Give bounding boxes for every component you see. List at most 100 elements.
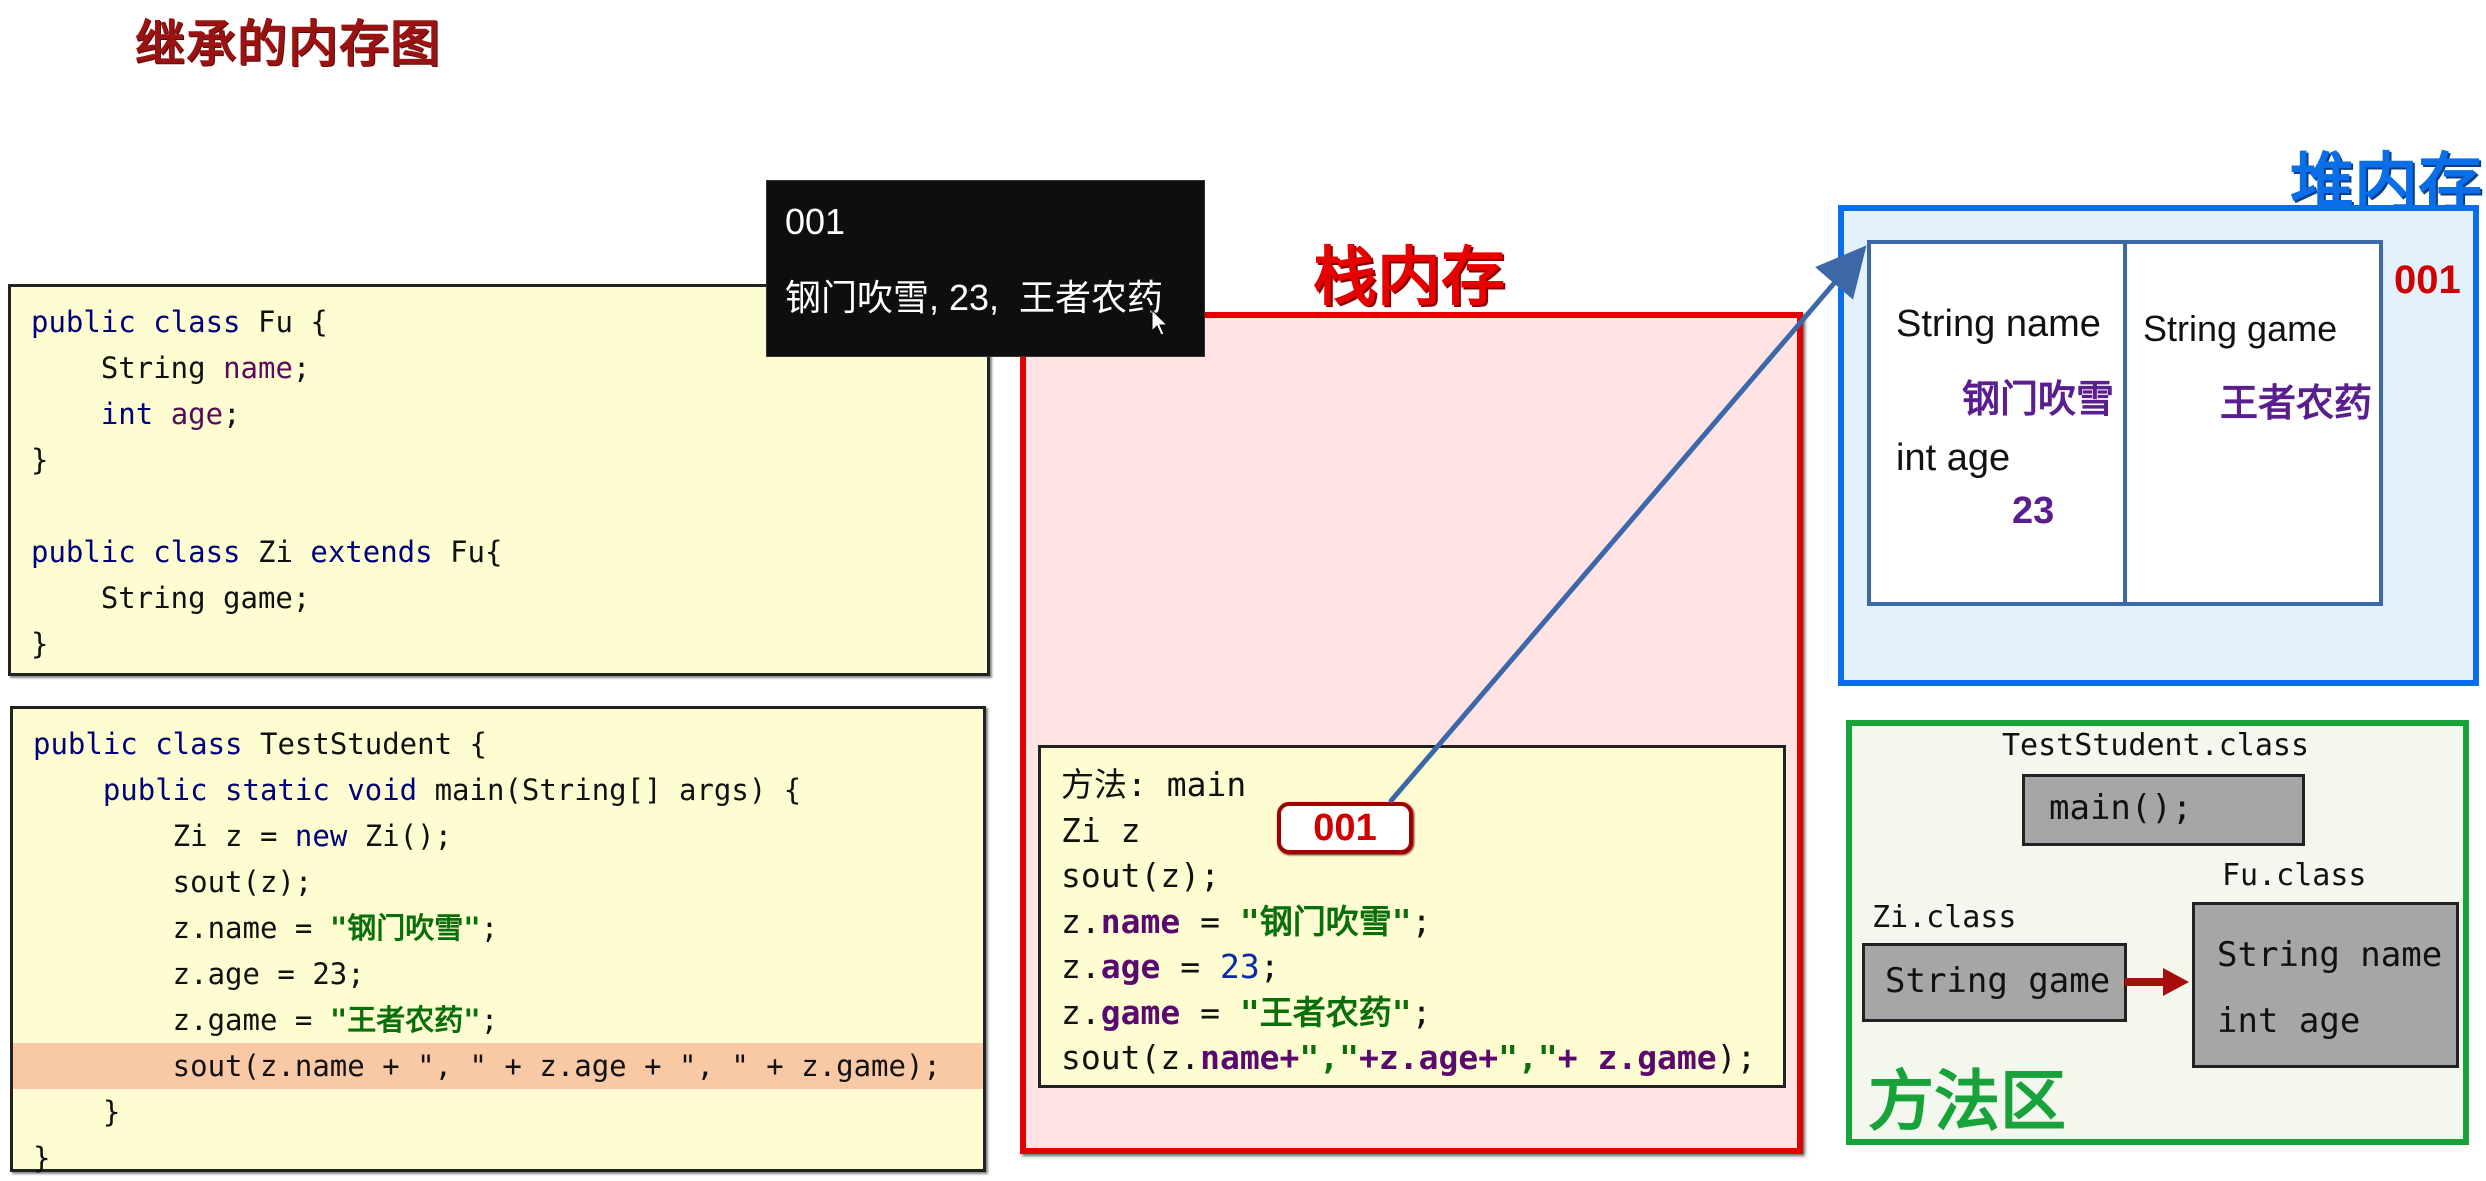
test-student-class-box: main();	[2022, 774, 2305, 846]
code-token: "钢门吹雪"	[1239, 901, 1412, 941]
code-token: "王者农药"	[329, 1003, 481, 1037]
page-title: 继承的内存图	[135, 16, 441, 72]
test-student-class-label: TestStudent.class	[2002, 728, 2310, 763]
code-token: public class	[31, 305, 258, 339]
code-token: age	[170, 397, 224, 431]
zi-class-label: Zi.class	[1872, 900, 2017, 935]
code-token: age	[1100, 947, 1161, 986]
code-token: name+	[1200, 1038, 1300, 1077]
tooltip-output: 钢门吹雪, 23, 王者农药	[785, 277, 1164, 318]
code-token: ;	[1411, 992, 1432, 1032]
heap-field-age-decl: int age	[1896, 437, 2011, 479]
code-token: sout(z.name + ", " + z.age + ", " + z.ga…	[33, 1049, 941, 1083]
code-token: +z.age+	[1359, 1038, 1499, 1077]
fu-field-name: String name	[2217, 935, 2443, 975]
code-token: name	[223, 351, 293, 385]
code-token: extends	[310, 535, 451, 569]
code-token: z.	[1061, 947, 1101, 986]
code-token: z.	[1061, 992, 1101, 1032]
code-token: Fu{	[450, 535, 503, 569]
code-token: "王者农药"	[1239, 992, 1412, 1032]
code-token: 方法: main	[1061, 765, 1247, 804]
code-token: + z.game	[1557, 1038, 1717, 1077]
code-line: int age;	[31, 391, 241, 437]
code-token: sout(z);	[33, 865, 313, 899]
code-token: ;	[480, 1003, 499, 1037]
code-line: public class Fu {	[31, 299, 328, 345]
code-line: z.name = "钢门吹雪";	[1061, 899, 1431, 944]
code-line: public static void main(String[] args) {	[33, 767, 801, 813]
stack-memory-label: 栈内存	[1313, 241, 1505, 313]
code-line: }	[31, 621, 48, 667]
zi-class-box: String game	[1862, 943, 2127, 1022]
code-token: TestStudent {	[259, 727, 487, 761]
code-token: String	[31, 351, 224, 385]
code-token: ","	[1498, 1038, 1558, 1077]
code-token: public static void	[33, 773, 435, 807]
code-token: sout(z);	[1061, 856, 1220, 895]
code-token: z.	[1061, 901, 1101, 941]
heap-object-address: 001	[2394, 258, 2461, 302]
code-line: public class TestStudent {	[33, 721, 487, 767]
code-line: sout(z);	[1061, 853, 1220, 898]
code-line: sout(z.name+","+z.age+","+ z.game);	[1061, 1035, 1756, 1080]
code-token: String game;	[31, 581, 311, 615]
reference-value-badge: 001	[1277, 802, 1413, 854]
code-token: new	[294, 819, 365, 853]
object-section-divider	[2123, 242, 2127, 602]
code-token: int	[31, 397, 171, 431]
heap-field-name-value: 钢门吹雪	[1962, 379, 2115, 421]
code-token: );	[1716, 1038, 1757, 1077]
code-token: public class	[33, 727, 260, 761]
main-method: main();	[2049, 788, 2193, 828]
code-token: 23	[1219, 947, 1260, 986]
code-token: ;	[292, 351, 311, 385]
code-line: }	[33, 1089, 120, 1135]
code-line-highlighted: sout(z.name + ", " + z.age + ", " + z.ga…	[13, 1043, 983, 1089]
code-line: }	[33, 1135, 50, 1181]
code-token: }	[33, 1095, 121, 1129]
code-token: z.name =	[33, 911, 330, 945]
code-line: z.name = "钢门吹雪";	[33, 905, 499, 951]
code-token: ;	[1411, 901, 1432, 941]
code-token: game	[1100, 992, 1181, 1032]
code-token: }	[31, 443, 49, 477]
code-line: String game;	[31, 575, 311, 621]
code-token: }	[31, 627, 49, 661]
code-token: Zi();	[364, 819, 453, 853]
heap-field-game-decl: String game	[2143, 308, 2338, 349]
code-line: public class Zi extends Fu{	[31, 529, 502, 575]
heap-field-name-decl: String name	[1896, 303, 2101, 345]
code-token: name	[1100, 901, 1181, 941]
code-token: "钢门吹雪"	[329, 911, 481, 945]
code-token: Zi	[257, 535, 311, 569]
code-line: 方法: main	[1061, 762, 1246, 807]
code-token: ;	[223, 397, 241, 431]
code-line: Zi z = new Zi();	[33, 813, 452, 859]
code-token: Zi z	[1061, 810, 1141, 850]
heap-field-age-value: 23	[2012, 490, 2055, 532]
code-token: z.game =	[33, 1003, 330, 1037]
zi-field-game: String game	[1885, 961, 2111, 1001]
code-token: ","	[1299, 1038, 1360, 1077]
code-token: Zi z =	[33, 819, 295, 853]
code-block-test-student: public class TestStudent { public static…	[10, 706, 986, 1175]
code-token: =	[1160, 947, 1220, 986]
code-token: z.age = 23;	[33, 957, 365, 991]
code-line: Zi z	[1061, 808, 1140, 853]
code-line: sout(z);	[33, 859, 313, 905]
code-line: z.game = "王者农药";	[33, 997, 499, 1043]
code-line: }	[31, 437, 48, 483]
code-token: sout(z.	[1061, 1038, 1201, 1077]
fu-class-label: Fu.class	[2222, 858, 2367, 893]
code-token: =	[1180, 901, 1240, 941]
code-line: String name;	[31, 345, 311, 391]
tooltip-address: 001	[785, 201, 846, 242]
code-token: }	[33, 1141, 51, 1175]
stack-frame-main: 方法: main Zi z sout(z); z.name = "钢门吹雪"; z.ag…	[1038, 745, 1786, 1088]
code-line: z.age = 23;	[33, 951, 365, 997]
code-token: ;	[1259, 947, 1280, 986]
code-token: Fu {	[257, 305, 328, 339]
fu-class-box: String name int age	[2192, 902, 2459, 1068]
fu-field-age: int age	[2217, 1001, 2361, 1041]
